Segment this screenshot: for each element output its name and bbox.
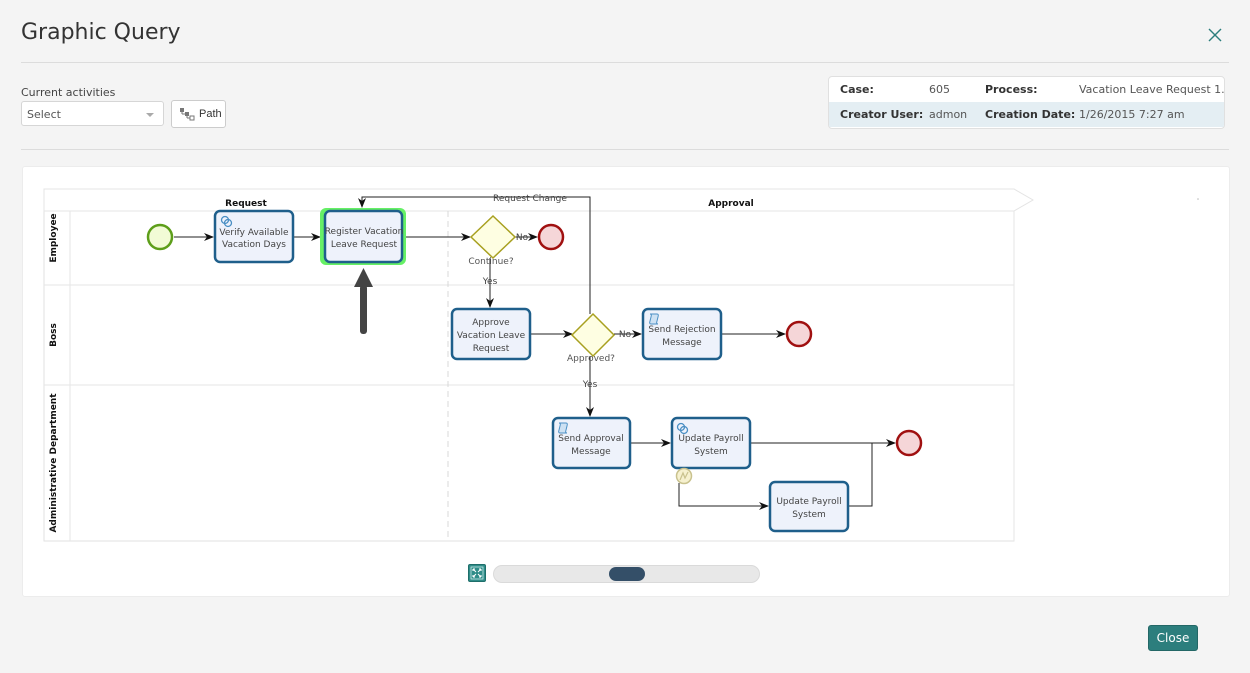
close-button[interactable]: Close	[1148, 625, 1198, 651]
gateway-continue[interactable]: Continue?	[468, 214, 517, 267]
slider-thumb[interactable]	[609, 567, 645, 581]
gateway-label: Approved?	[567, 354, 615, 364]
flow-label-no: No	[516, 233, 529, 243]
task-label: Vacation Days	[222, 240, 286, 250]
task-label: Request	[473, 344, 510, 354]
task-send-rejection-message[interactable]: Send Rejection Message	[641, 307, 723, 361]
lane-label-employee: Employee	[49, 213, 59, 262]
script-task-icon	[649, 313, 659, 325]
task-label: Verify Available	[219, 228, 289, 238]
flow	[678, 483, 769, 510]
task-label: System	[792, 510, 826, 520]
flow	[848, 443, 873, 507]
end-event[interactable]	[895, 429, 923, 457]
task-label: Update Payroll	[776, 497, 841, 507]
error-boundary-event-icon[interactable]	[675, 467, 693, 485]
task-approve-vacation-request[interactable]: Approve Vacation Leave Request	[450, 307, 532, 361]
task-label: Send Approval	[558, 434, 623, 444]
task-label: Message	[571, 447, 611, 457]
task-label: Message	[662, 338, 702, 348]
lane-label-boss: Boss	[49, 323, 59, 347]
task-label: Vacation Leave	[457, 331, 526, 341]
flow-label-yes: Yes	[482, 277, 498, 287]
gateway-approved[interactable]: Approved?	[567, 312, 615, 364]
phase-label-approval: Approval	[708, 199, 754, 209]
task-label: System	[694, 447, 728, 457]
phase-label-request: Request	[225, 199, 267, 209]
task-label: Leave Request	[331, 240, 398, 250]
flow-label-yes: Yes	[582, 380, 598, 390]
task-label: Send Rejection	[648, 325, 715, 335]
end-event[interactable]	[537, 223, 565, 251]
current-activity-arrow-icon	[354, 268, 373, 334]
flow-label-request-change: Request Change	[493, 194, 567, 204]
task-update-payroll-system-compensation[interactable]: Update Payroll System	[768, 480, 850, 533]
lane-label-admin: Administrative Department	[49, 393, 59, 533]
task-label: Approve	[472, 318, 510, 328]
task-verify-vacation-days[interactable]: Verify Available Vacation Days	[213, 209, 295, 264]
expand-arrows-icon	[470, 566, 484, 580]
end-event[interactable]	[785, 320, 813, 348]
task-send-approval-message[interactable]: Send Approval Message	[551, 416, 632, 470]
task-label: Register Vacation	[325, 227, 404, 237]
fit-to-screen-icon[interactable]	[468, 564, 486, 582]
flow-label-no: No	[619, 330, 632, 340]
script-task-icon	[558, 422, 568, 434]
start-event[interactable]	[146, 223, 174, 251]
task-label: Update Payroll	[678, 434, 743, 444]
diagram-zoom-slider[interactable]	[493, 565, 760, 583]
task-update-payroll-system[interactable]: Update Payroll System	[670, 416, 752, 470]
task-register-vacation-request[interactable]: Register Vacation Leave Request	[320, 208, 406, 265]
gateway-label: Continue?	[468, 257, 513, 267]
